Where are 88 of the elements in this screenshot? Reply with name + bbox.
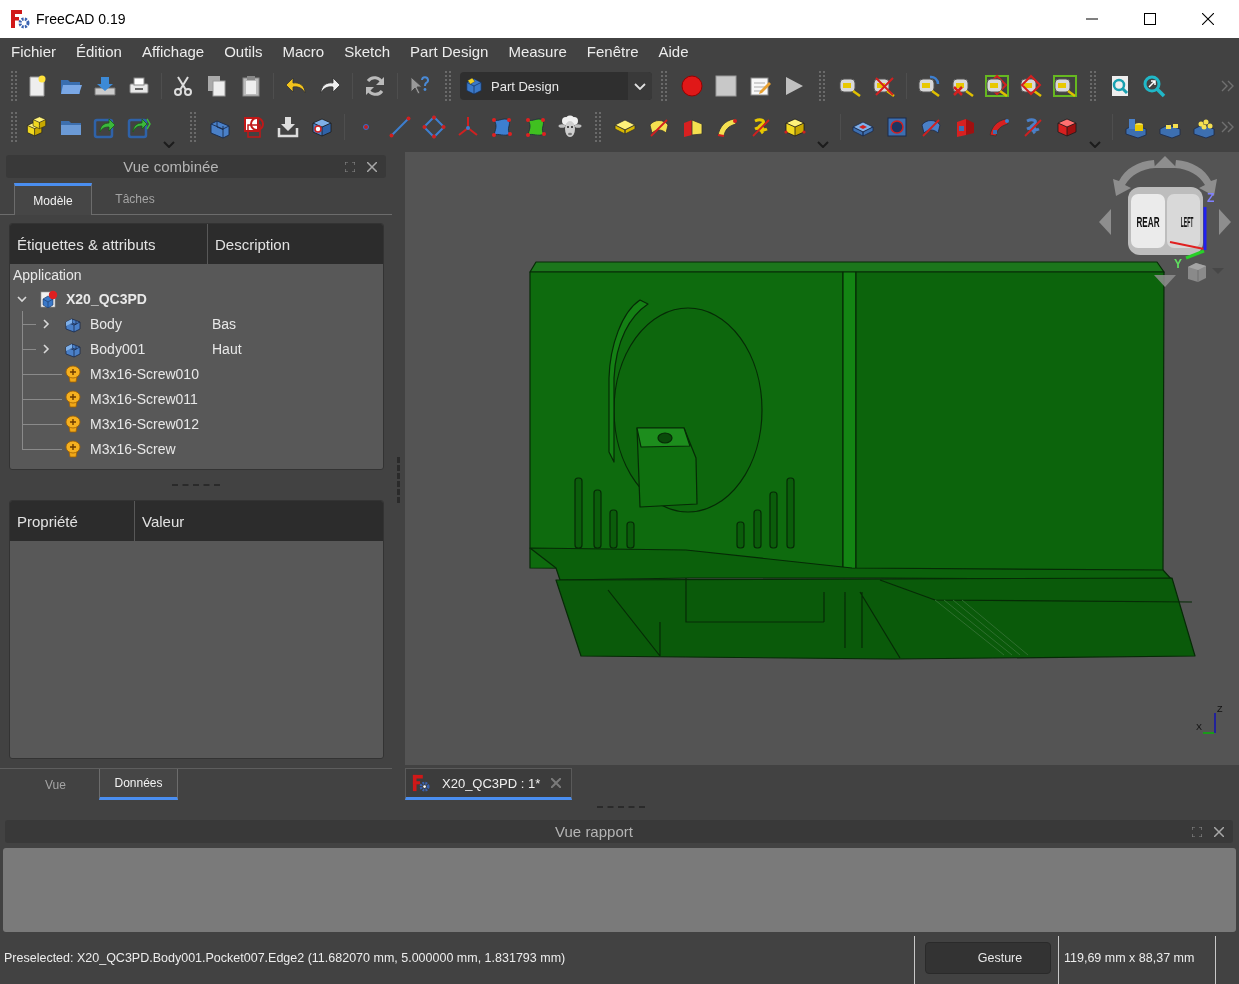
tape-measure-slash-icon[interactable] xyxy=(872,74,896,98)
axis-label: X xyxy=(1196,722,1202,732)
navigation-style-button[interactable]: Gesture xyxy=(925,942,1051,974)
tree-item[interactable]: M3x16-Screw010 xyxy=(90,365,199,382)
cube-face-label: LEFT xyxy=(1180,213,1194,230)
tree-item[interactable]: M3x16-Screw011 xyxy=(90,390,198,407)
column-header[interactable]: Propriété xyxy=(10,501,134,541)
paste-icon[interactable] xyxy=(239,74,263,98)
tape-measure-refresh-icon[interactable] xyxy=(917,74,941,98)
shape-blob-icon[interactable] xyxy=(490,115,514,139)
save-icon[interactable] xyxy=(93,74,117,98)
tape-measure-framed-icon[interactable] xyxy=(1053,74,1077,98)
stacked-blocks-icon[interactable] xyxy=(25,115,49,139)
menu-item[interactable]: Part Design xyxy=(400,41,499,63)
stop-icon[interactable] xyxy=(714,74,738,98)
refresh-icon[interactable] xyxy=(363,74,387,98)
tab[interactable]: Modèle xyxy=(14,183,92,215)
plane-icon[interactable] xyxy=(422,115,446,139)
sheep-icon[interactable] xyxy=(558,115,582,139)
screw-icon xyxy=(64,389,82,408)
app-logo-icon xyxy=(412,774,430,792)
import-tray-icon[interactable] xyxy=(276,115,300,139)
cut-icon[interactable] xyxy=(171,74,195,98)
tree-item-description: Bas xyxy=(212,315,237,332)
status-message: Preselected: X20_QC3PD.Body001.Pocket007.Edge2 (11.682070 mm, 5.000000 mm, 1.831793 mm) xyxy=(3,951,567,965)
tab[interactable]: Données xyxy=(99,769,178,800)
document-icon xyxy=(40,289,58,308)
overlapping-shapes-icon[interactable] xyxy=(242,115,266,139)
tree-item[interactable]: X20_QC3PD xyxy=(66,290,147,307)
small-cube-icon[interactable] xyxy=(1188,263,1206,283)
workbench-cube-icon xyxy=(465,77,483,95)
close-icon[interactable] xyxy=(1202,13,1214,25)
dock-title: Vue combinée xyxy=(123,158,219,175)
tape-measure-frame-icon[interactable] xyxy=(985,74,1009,98)
document-tab[interactable]: X20_QC3PD : 1* xyxy=(405,768,572,800)
tree-item-description: Haut xyxy=(212,340,242,357)
workbench-dropdown[interactable]: Part Design xyxy=(460,72,652,100)
navigation-cube[interactable]: REAR LEFT xyxy=(1128,187,1203,255)
float-icon[interactable] xyxy=(1192,827,1202,837)
viewport-3d[interactable]: Z REAR LEFT Y Z X xyxy=(405,152,1239,765)
copy-icon[interactable] xyxy=(205,74,229,98)
tree-item[interactable]: Body001 xyxy=(90,340,146,357)
column-header[interactable]: Description xyxy=(208,224,383,264)
menu-item[interactable]: Measure xyxy=(498,41,577,63)
shape-blob-alt-icon[interactable] xyxy=(524,115,548,139)
tab[interactable]: Vue xyxy=(12,769,99,800)
line-segment-icon[interactable] xyxy=(388,115,412,139)
column-header[interactable]: Valeur xyxy=(135,501,383,541)
float-icon[interactable] xyxy=(345,162,355,172)
toolbar-grip[interactable] xyxy=(11,112,17,142)
toolbar-grip[interactable] xyxy=(189,112,196,142)
toolbar-grip[interactable] xyxy=(11,71,17,101)
menu-item[interactable]: Outils xyxy=(214,41,273,63)
caret-icon xyxy=(634,82,646,90)
tab[interactable]: Tâches xyxy=(95,183,175,215)
cube-face-label: REAR xyxy=(1136,214,1160,230)
notepad-pencil-icon[interactable] xyxy=(748,74,772,98)
screw-icon xyxy=(64,414,82,433)
rotate-left-arrow-icon[interactable] xyxy=(1113,160,1155,196)
toolbar-grip[interactable] xyxy=(445,71,451,101)
tree-item[interactable]: M3x16-Screw xyxy=(90,440,176,457)
window-title: FreeCAD 0.19 xyxy=(36,11,126,27)
menu-item[interactable]: Édition xyxy=(66,41,132,63)
screw-icon xyxy=(64,364,82,383)
dock-title: Vue rapport xyxy=(555,823,633,840)
axis-label: Z xyxy=(1217,704,1223,714)
tree-item[interactable]: Body xyxy=(90,315,122,332)
screw-icon xyxy=(64,439,82,458)
toolbar-grip[interactable] xyxy=(819,71,825,101)
tree-item[interactable]: Application xyxy=(13,267,82,283)
zoom-icon[interactable] xyxy=(1142,74,1166,98)
toolbar-grip[interactable] xyxy=(1089,71,1096,101)
menu-item[interactable]: Fenêtre xyxy=(576,41,649,63)
menu-item[interactable]: Aide xyxy=(648,41,699,63)
toolbar-grip[interactable] xyxy=(660,71,667,101)
tree-item[interactable]: M3x16-Screw012 xyxy=(90,415,199,432)
maximize-icon[interactable] xyxy=(1144,13,1156,25)
menu-item[interactable]: Sketch xyxy=(334,41,401,63)
tape-measure-diamond-icon[interactable] xyxy=(1019,74,1043,98)
app-logo-icon xyxy=(10,9,30,29)
menu-item[interactable]: Affichage xyxy=(131,41,215,63)
dimensions-readout: 119,69 mm x 88,37 mm xyxy=(1063,951,1196,965)
column-header[interactable]: Étiquettes & attributs xyxy=(10,224,207,264)
menu-item[interactable]: Macro xyxy=(272,41,335,63)
menu-item[interactable]: Fichier xyxy=(1,41,66,63)
toolbar-grip[interactable] xyxy=(594,112,601,142)
axis-label: Y xyxy=(1174,257,1182,271)
axis-label: Z xyxy=(1207,191,1215,205)
